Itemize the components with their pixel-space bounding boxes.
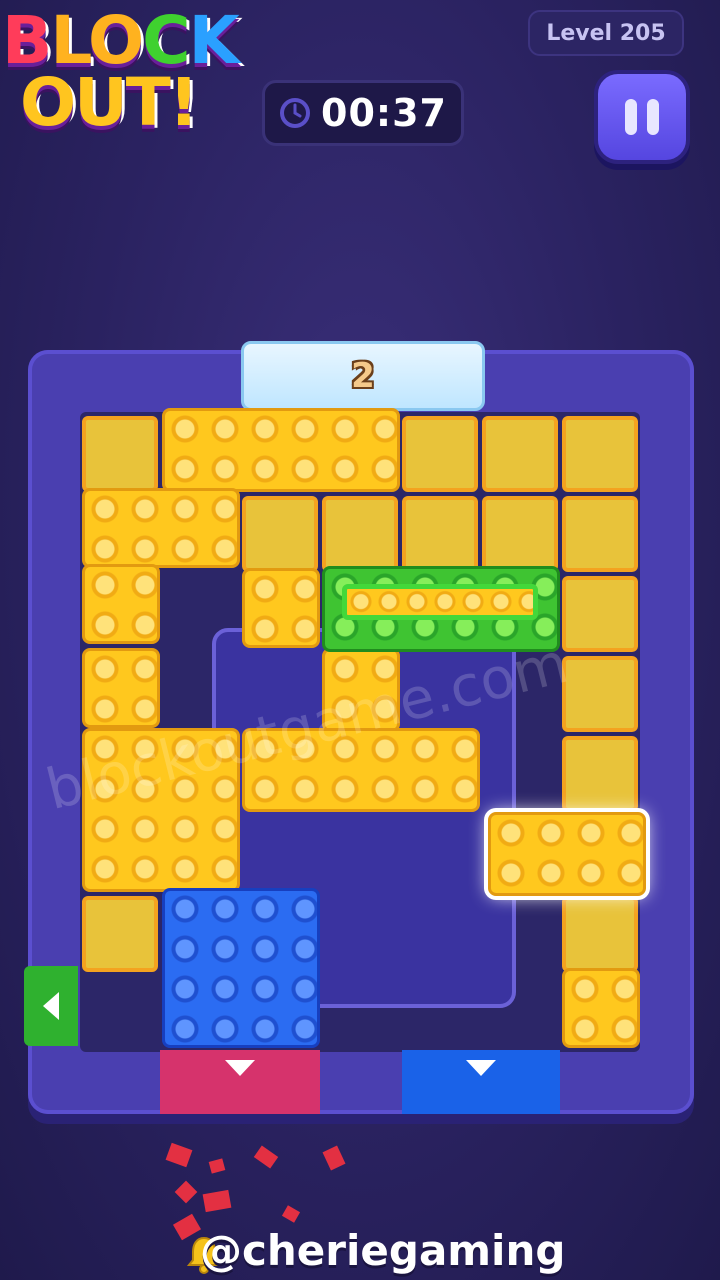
empty-cell (482, 416, 558, 492)
debris-shard (322, 1145, 346, 1171)
debris-shard (174, 1180, 198, 1204)
empty-cell (322, 496, 398, 572)
debris-shard (202, 1189, 232, 1213)
ice-exit-gate: 2 (241, 341, 485, 411)
empty-cell (82, 416, 158, 492)
creator-handle: @cheriegaming (200, 1226, 566, 1275)
timer-value: 00:37 (321, 91, 447, 135)
debris-shard (281, 1205, 301, 1223)
empty-cell (562, 736, 638, 812)
pause-button[interactable] (594, 70, 690, 164)
timer: 00:37 (262, 80, 464, 146)
green-exit-gate (24, 966, 78, 1046)
ice-exit-count: 2 (351, 356, 375, 396)
debris-shard (253, 1145, 279, 1169)
red-exit-gate (160, 1050, 320, 1114)
debris-shard (208, 1158, 226, 1174)
yellow-block-small[interactable] (242, 568, 320, 648)
empty-cell (242, 496, 318, 572)
yellow-block-left-mid[interactable] (82, 648, 160, 728)
empty-cell (82, 896, 158, 972)
clock-icon (280, 98, 311, 128)
game-logo: BLOCK OUT! (0, 0, 270, 160)
yellow-block-selected[interactable] (488, 812, 646, 896)
pause-icon (625, 99, 637, 135)
blue-exit-gate (402, 1050, 560, 1114)
yellow-block-horizontal-top[interactable] (162, 408, 400, 492)
empty-cell (562, 576, 638, 652)
empty-cell (402, 496, 478, 572)
pause-icon-bar (647, 99, 659, 135)
yellow-block-l-stem[interactable] (82, 564, 160, 644)
empty-cell (562, 416, 638, 492)
empty-cell (562, 896, 638, 972)
yellow-block-l-top[interactable] (82, 488, 240, 568)
arrow-left-icon (43, 992, 59, 1020)
arrow-down-icon (466, 1060, 496, 1076)
empty-cell (402, 416, 478, 492)
blue-block[interactable] (162, 888, 320, 1048)
green-block-inner (342, 584, 538, 620)
arrow-down-icon (225, 1060, 255, 1076)
yellow-block-bottom-right[interactable] (562, 968, 640, 1048)
level-badge: Level 205 (528, 10, 684, 56)
logo-line-out: OUT! (20, 64, 199, 141)
empty-cell (482, 496, 558, 572)
debris-shard (165, 1142, 193, 1168)
empty-cell (562, 496, 638, 572)
